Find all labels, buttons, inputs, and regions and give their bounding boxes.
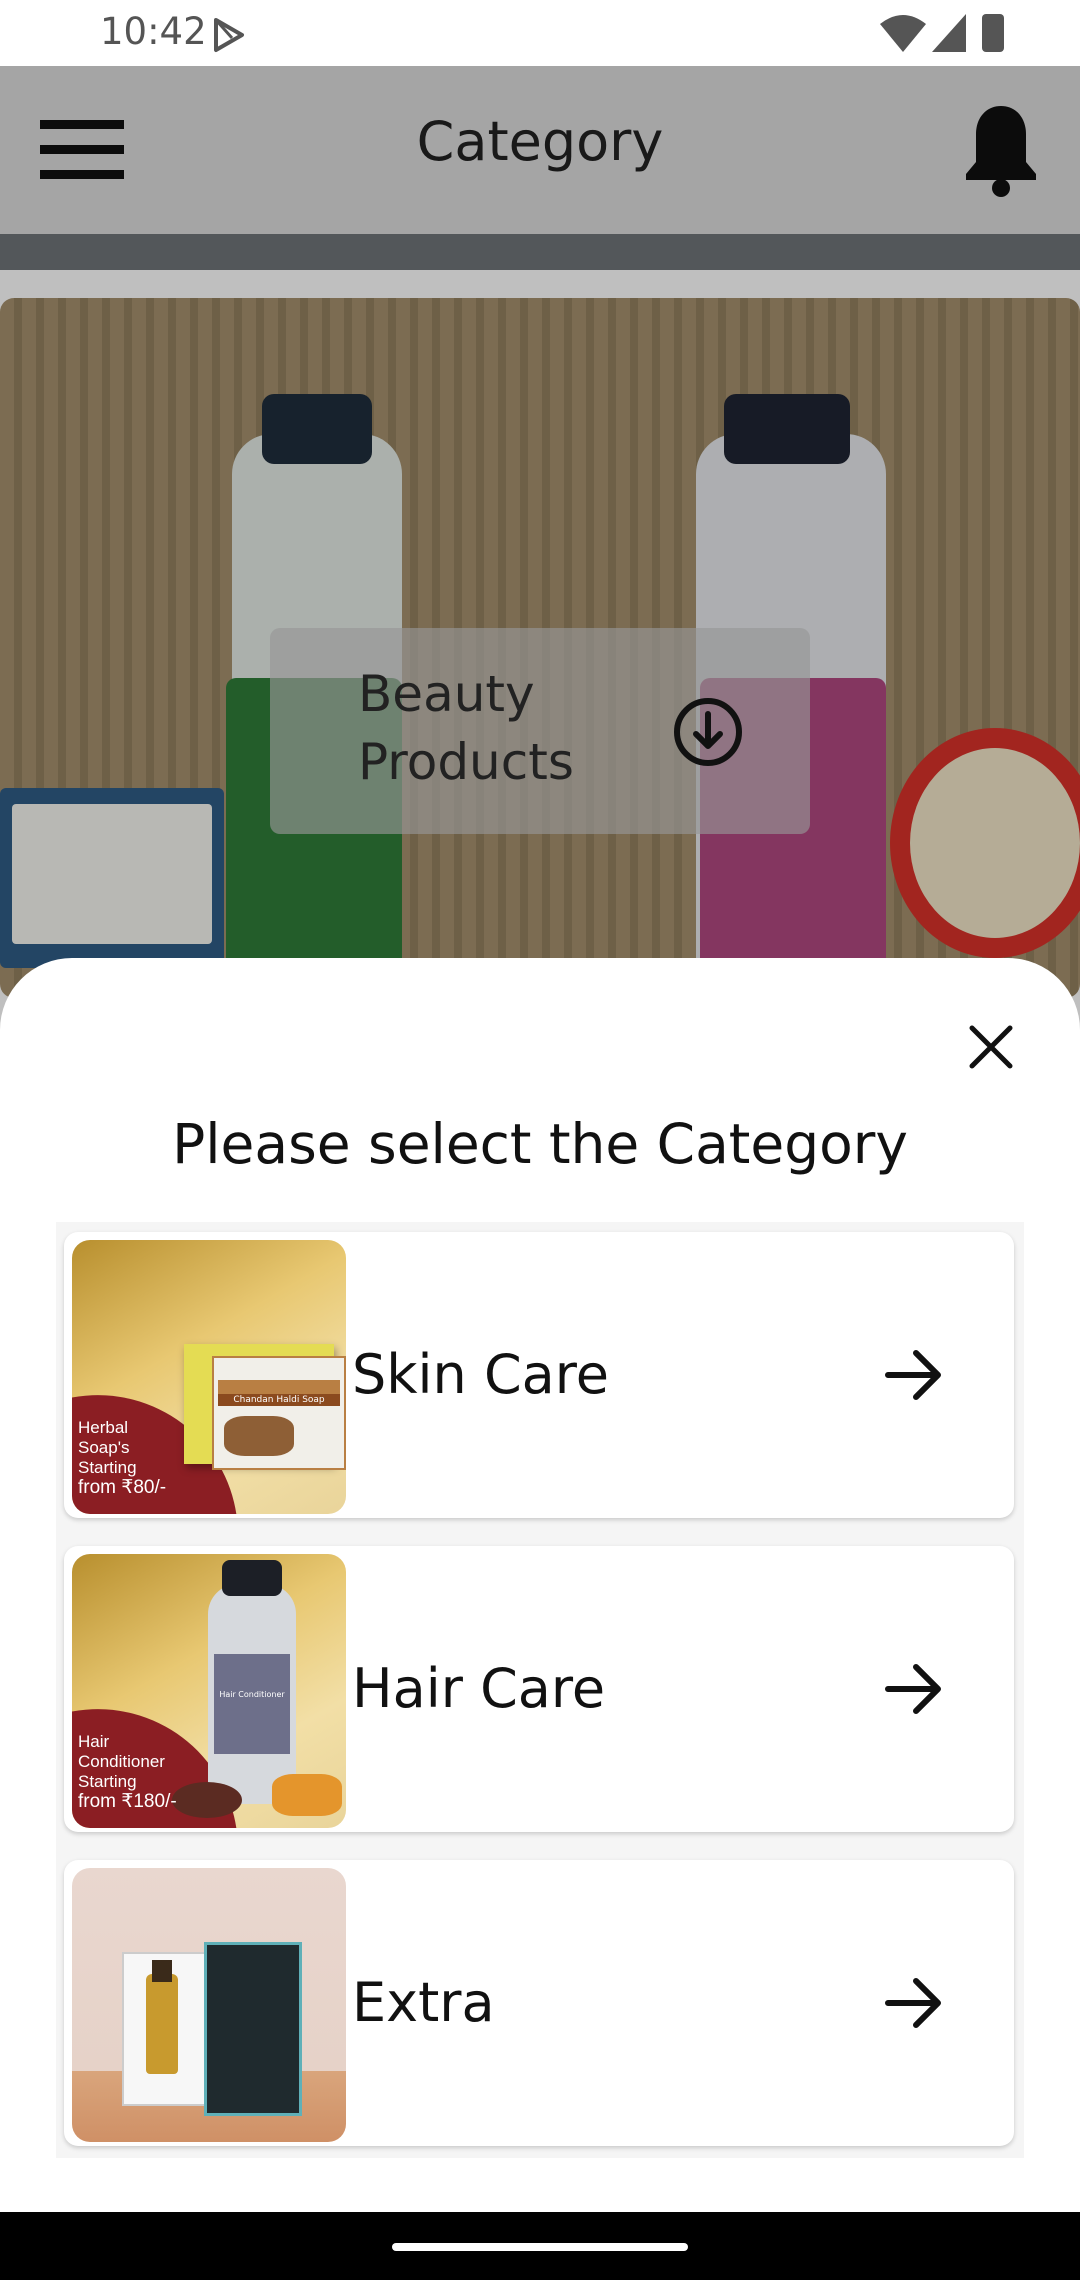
promo-price: from ₹80/- [78, 1477, 167, 1498]
arrow-right-icon[interactable] [884, 1659, 944, 1719]
home-gesture-handle[interactable] [392, 2243, 688, 2251]
category-card-skin-care[interactable]: Chandan Haldi Soap Herbal Soap's Startin… [64, 1232, 1014, 1518]
wifi-icon [880, 15, 926, 52]
promo-line: Hair [78, 1732, 110, 1751]
category-label: Skin Care [352, 1343, 609, 1406]
promo-line: Starting [78, 1458, 137, 1477]
battery-icon [982, 14, 1004, 52]
sheet-title: Please select the Category [172, 1112, 908, 1176]
play-store-icon [214, 18, 244, 52]
arrow-right-icon[interactable] [884, 1973, 944, 2033]
skin-care-thumbnail: Chandan Haldi Soap Herbal Soap's Startin… [72, 1240, 346, 1514]
category-label: Extra [352, 1971, 495, 2034]
extra-thumbnail [72, 1868, 346, 2142]
promo-line: Herbal [78, 1418, 129, 1437]
product-name: Chandan Haldi Soap [218, 1394, 340, 1406]
category-card-hair-care[interactable]: Hair Conditioner Hair Conditioner Starti… [64, 1546, 1014, 1832]
promo-price: from ₹180/- [78, 1791, 177, 1812]
status-time: 10:42 [100, 10, 207, 53]
product-name: Hair Conditioner [219, 1690, 285, 1699]
signal-icon [932, 14, 966, 52]
promo-line: Starting [78, 1772, 137, 1791]
arrow-right-icon[interactable] [884, 1345, 944, 1405]
category-label: Hair Care [352, 1657, 606, 1720]
hair-care-thumbnail: Hair Conditioner Hair Conditioner Starti… [72, 1554, 346, 1828]
banner-label: Beauty Products [358, 665, 574, 791]
close-icon[interactable] [966, 1022, 1016, 1072]
promo-line: Conditioner [78, 1752, 165, 1771]
promo-line: Soap's [78, 1438, 130, 1457]
category-card-extra[interactable]: Extra [64, 1860, 1014, 2146]
download-icon[interactable] [672, 696, 744, 768]
